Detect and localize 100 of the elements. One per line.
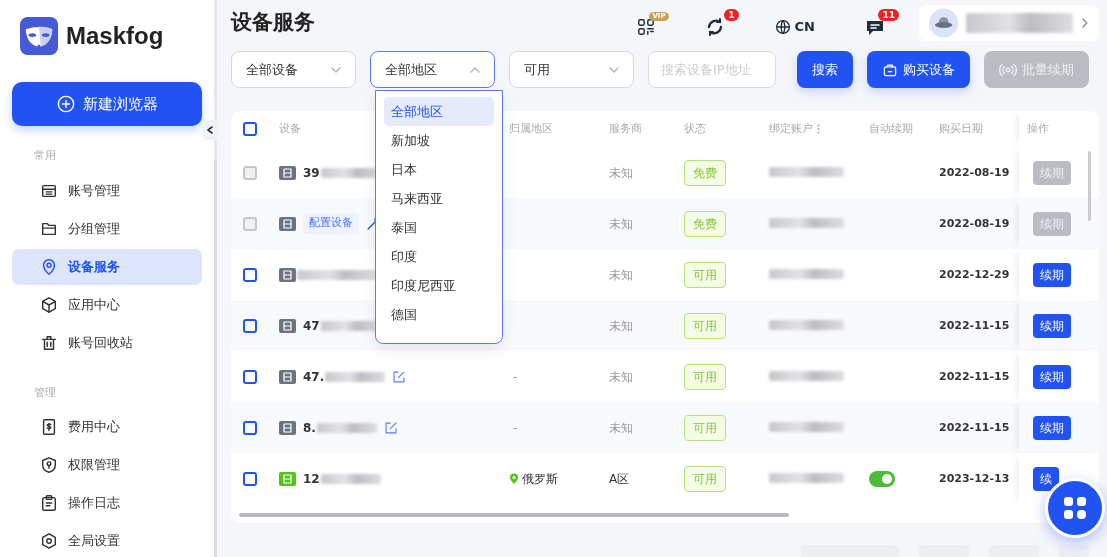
purchase-date: 2022-11-15	[939, 370, 1010, 384]
dropdown-option[interactable]: 泰国	[384, 213, 494, 243]
collapse-button[interactable]	[203, 120, 217, 140]
globe-icon	[774, 18, 791, 35]
chevron-up-icon	[470, 66, 480, 73]
provider-text: 未知	[609, 369, 633, 384]
sidebar-item[interactable]: 全局设置	[12, 523, 202, 557]
sidebar-item[interactable]: 操作日志	[12, 485, 202, 521]
grid-icon	[1062, 495, 1088, 521]
status-tag: 免费	[684, 210, 726, 237]
vertical-scrollbar[interactable]	[1088, 151, 1091, 221]
notification-badge: 11	[878, 8, 899, 21]
status-tag: 可用	[684, 363, 726, 390]
status-tag: 可用	[684, 414, 726, 441]
status-tag: 免费	[684, 159, 726, 186]
dropdown-option[interactable]: 印度	[384, 242, 494, 272]
column-header: 自动续期	[869, 121, 913, 135]
column-header: 操作	[1027, 120, 1049, 137]
device-ip: 8.	[303, 419, 316, 437]
sidebar-item[interactable]: 设备服务	[12, 248, 202, 285]
trash-icon	[40, 333, 58, 352]
notification-badge: 1	[724, 8, 739, 21]
new-browser-button[interactable]: 新建浏览器	[12, 82, 202, 126]
column-header: 购买日期	[939, 121, 983, 135]
buy-device-button[interactable]: 购买设备	[867, 51, 970, 89]
device-ip: 39	[303, 164, 320, 182]
renew-button[interactable]: 续期	[1033, 415, 1071, 440]
row-checkbox[interactable]	[243, 471, 257, 486]
section-title: 常用	[33, 148, 57, 164]
edit-icon	[392, 369, 407, 384]
location-pin-icon	[509, 472, 519, 485]
device-ip: 12	[303, 470, 320, 488]
section-title: 管理	[33, 384, 57, 401]
sidebar-item[interactable]: 应用中心	[12, 286, 202, 323]
sidebar-item[interactable]: 费用中心	[12, 409, 202, 445]
region-text: -	[513, 368, 518, 386]
provider-text: 未知	[609, 318, 633, 333]
region-text: 俄罗斯	[522, 470, 558, 488]
more-vertical-icon	[816, 123, 820, 134]
sidebar-item[interactable]: 账号回收站	[12, 324, 202, 361]
renew-button[interactable]: 续期	[1033, 364, 1071, 389]
sidebar-item[interactable]: 权限管理	[12, 447, 202, 483]
row-checkbox[interactable]	[243, 420, 257, 435]
dropdown-option[interactable]: 新加坡	[384, 126, 494, 156]
edit-icon	[383, 420, 398, 435]
messages-button[interactable]: 11	[865, 8, 899, 37]
page-title: 设备服务	[231, 10, 315, 36]
mask-logo-icon	[20, 17, 58, 55]
clipboard-icon	[40, 494, 58, 512]
user-menu[interactable]	[919, 4, 1099, 41]
filter-select[interactable]: 可用	[509, 51, 634, 89]
dropdown-option[interactable]: 全部地区	[384, 97, 494, 127]
filter-select[interactable]: 全部设备	[231, 51, 356, 89]
dropdown-option[interactable]: 马来西亚	[384, 184, 494, 214]
horizontal-scrollbar[interactable]	[239, 513, 789, 517]
column-header: 设备	[279, 121, 301, 135]
status-tag: 可用	[684, 261, 726, 288]
redaction-blur	[325, 371, 386, 382]
purchase-date: 2022-11-15	[939, 319, 1010, 333]
dropdown-option[interactable]: 德国	[384, 300, 494, 330]
location-pin-icon	[40, 257, 58, 276]
row-checkbox[interactable]	[243, 369, 257, 384]
column-header: 绑定账户	[769, 121, 813, 135]
plus-circle-icon	[56, 95, 75, 113]
search-button[interactable]: 搜索	[797, 51, 853, 89]
language-button[interactable]: CN	[774, 8, 829, 37]
renew-button[interactable]: 续	[1033, 466, 1059, 491]
provider-text: A区	[609, 471, 630, 486]
dropdown-option[interactable]: 印度尼西亚	[384, 271, 494, 301]
chevron-left-icon	[206, 125, 214, 135]
dropdown-option[interactable]: 日本	[384, 155, 494, 185]
renew-button[interactable]: 续期	[1033, 262, 1071, 287]
column-header: 归属地区	[509, 121, 553, 135]
hexagon-settings-icon	[40, 532, 58, 550]
sidebar-item[interactable]: 账号管理	[12, 172, 202, 209]
row-checkbox[interactable]	[243, 318, 257, 333]
filter-select[interactable]: 全部地区	[370, 51, 495, 89]
redaction-blur	[316, 422, 377, 433]
select-all-checkbox[interactable]	[243, 122, 257, 136]
brand-name: Maskfog	[66, 21, 164, 51]
shield-icon	[40, 456, 58, 474]
auto-renew-toggle[interactable]	[869, 470, 895, 487]
renew-button[interactable]: 续期	[1033, 313, 1071, 338]
provider-text: 未知	[609, 165, 633, 180]
cube-icon	[40, 295, 58, 314]
row-checkbox[interactable]	[243, 267, 257, 282]
provider-text: 未知	[609, 420, 633, 435]
purchase-date: 2023-12-13	[939, 472, 1010, 486]
sidebar-item[interactable]: 分组管理	[12, 210, 202, 247]
chevron-right-icon	[1081, 16, 1089, 29]
sync-button[interactable]: 1	[704, 8, 739, 37]
chevron-down-icon	[331, 66, 341, 73]
purchase-date: 2022-08-19	[939, 166, 1010, 180]
column-header: 状态	[684, 121, 706, 135]
purchase-date: 2022-08-19	[939, 217, 1010, 231]
purchase-date: 2022-11-15	[939, 421, 1010, 435]
dollar-receipt-icon	[40, 418, 58, 436]
device-ip: 47	[303, 317, 320, 335]
avatar-icon	[929, 7, 959, 38]
provider-text: 未知	[609, 216, 633, 231]
